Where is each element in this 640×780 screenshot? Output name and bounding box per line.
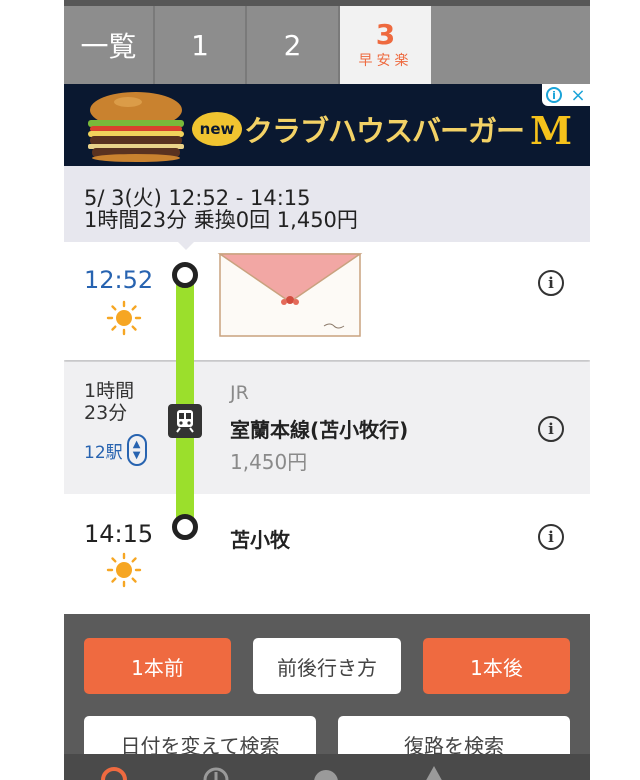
departure-time: 12:52 [84, 266, 154, 294]
tab-route-2[interactable]: 2 [247, 6, 340, 84]
ad-text: クラブハウスバーガー [244, 114, 525, 148]
departure-card: 12:52 i [64, 242, 590, 360]
next-train-label: 1本後 [470, 655, 523, 680]
next-train-button[interactable]: 1本後 [423, 638, 570, 694]
summary-pointer [172, 236, 200, 250]
sun-icon [106, 552, 142, 588]
departure-node [172, 262, 198, 288]
segment-info-icon[interactable]: i [538, 416, 564, 442]
tab-route-3-tags: 早安楽 [358, 53, 413, 69]
arrival-card: 14:15 苫小牧 i [64, 494, 590, 614]
route-summary: 5/ 3(火) 12:52 - 14:15 1時間23分 乗換0回 1,450円 [64, 166, 590, 242]
new-badge: new [192, 112, 242, 146]
ad-info-button[interactable]: i [542, 84, 566, 106]
alert-tab-icon [426, 766, 442, 780]
info-tab-icon [314, 770, 338, 780]
around-routes-label: 前後行き方 [277, 655, 377, 680]
arrival-time: 14:15 [84, 520, 154, 548]
burger-image [88, 92, 184, 162]
tab-route-3[interactable]: 3 早安楽 [340, 6, 431, 84]
station-count-toggle[interactable]: 12駅 ▲ ▼ [84, 434, 147, 466]
station-count: 12駅 [84, 442, 123, 463]
departure-info-icon[interactable]: i [538, 270, 564, 296]
sun-icon [106, 300, 142, 336]
search-tab-icon [101, 767, 127, 780]
train-icon [168, 404, 202, 438]
operator-name: JR [230, 382, 249, 404]
around-routes-button[interactable]: 前後行き方 [253, 638, 401, 694]
prev-train-button[interactable]: 1本前 [84, 638, 231, 694]
arrival-node [172, 514, 198, 540]
tab-route-3-label: 3 [375, 18, 396, 51]
bottom-tab-bar [64, 754, 590, 780]
tab-list[interactable]: 一覧 [64, 6, 155, 84]
app-screen: 一覧 1 2 3 早安楽 new クラブハウスバーガー M i × 5/ 3(火… [64, 0, 590, 780]
duration-line-2: 23分 [84, 402, 128, 424]
expand-collapse-icon: ▲ ▼ [126, 434, 147, 466]
ad-close-icon[interactable]: × [566, 84, 590, 106]
route-tabs: 一覧 1 2 3 早安楽 [64, 6, 590, 84]
ad-info-icon: i [546, 87, 562, 103]
segment-duration: 1時間 23分 [84, 380, 134, 424]
segment-card: 1時間 23分 12駅 ▲ ▼ JR 室蘭本線(苫小牧行) 1,450円 i [64, 362, 590, 494]
summary-details: 1時間23分 乗換0回 1,450円 [84, 208, 358, 232]
arrival-station: 苫小牧 [230, 528, 290, 552]
ad-banner[interactable]: new クラブハウスバーガー M i × [64, 84, 590, 166]
tab-route-1[interactable]: 1 [155, 6, 247, 84]
fare: 1,450円 [230, 450, 308, 474]
line-name: 室蘭本線(苫小牧行) [230, 418, 409, 442]
tab-list-label: 一覧 [80, 30, 137, 63]
brand-logo: M [530, 108, 573, 153]
route-track [176, 276, 194, 528]
bottom-tab-icons [101, 766, 442, 780]
prev-train-label: 1本前 [131, 655, 184, 680]
envelope-sticker [217, 253, 363, 337]
tab-route-2-label: 2 [283, 28, 302, 62]
duration-line-1: 1時間 [84, 380, 135, 402]
tab-route-1-label: 1 [191, 28, 209, 62]
arrival-info-icon[interactable]: i [538, 524, 564, 550]
